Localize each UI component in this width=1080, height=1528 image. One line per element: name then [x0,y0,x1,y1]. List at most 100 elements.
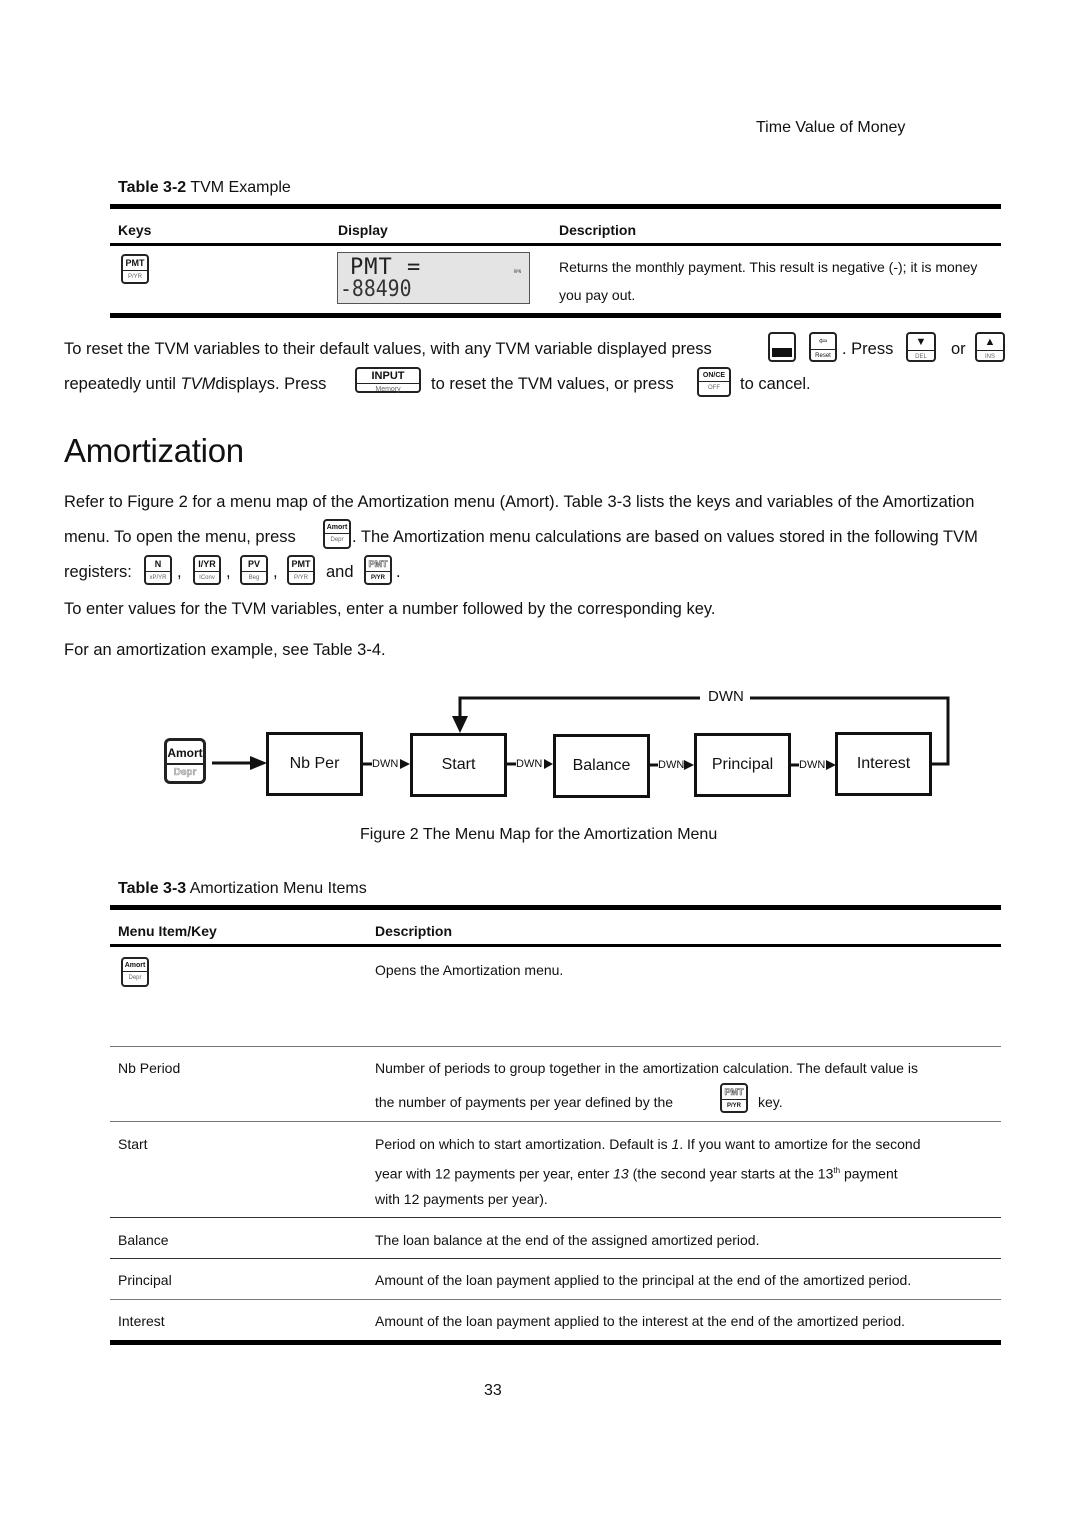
row-description: The loan balance at the end of the assig… [375,1232,760,1248]
row-divider [110,1217,1001,1218]
key-bottom-label: Beg [248,575,260,581]
loop-dwn-label: DWN [708,688,744,705]
key-top-label: PV [242,557,266,572]
amort-start-key-icon: Amort Depr [164,738,206,784]
on-off-key-icon: ON/CE OFF [697,367,731,397]
key-top-label: ▲ [977,334,1003,351]
row-item: Interest [118,1313,165,1329]
col-header-description: Description [559,222,637,238]
text: to reset the TVM values, or press [431,375,674,393]
arrowhead [684,760,694,770]
iyr-key-icon: I/YR IConv [193,555,221,585]
loop-arrowhead [452,716,468,733]
key-bottom-label: DEL [915,354,927,360]
row-divider [110,1046,1001,1047]
row-item: Principal [118,1272,172,1288]
key-top-label: PMT [123,256,147,271]
row-item: Balance [118,1232,169,1248]
table-header-rule [110,944,1001,947]
key-bottom-label: P/YR [293,575,308,581]
key-top-label: PMT [722,1085,746,1100]
pmt-key-icon: PMT P/YR [121,254,149,284]
table-3-2-caption: Table 3-2 TVM Example [118,179,291,197]
col-header-description: Description [375,923,453,939]
row-description-cont: the number of payments per year defined … [375,1094,674,1110]
key-bottom-label: INS [984,354,995,360]
key-bottom-label: OFF [708,385,720,391]
para-line-1: Refer to Figure 2 for a menu map of the … [64,493,975,511]
shift-bar [772,348,792,357]
menu-node-principal: Principal [694,733,791,797]
pv-key-icon: PV Beg [240,555,268,585]
entry-arrowhead [250,756,267,770]
diagram-connectors [212,690,950,770]
table-top-rule [110,905,1001,910]
text: or [951,340,966,358]
text: . If you want to amortize for the second [679,1136,921,1152]
lcd-annunciator: RPN [513,269,521,274]
table-caption-title: Amortization Menu Items [189,880,367,897]
running-head: Time Value of Money [756,119,906,136]
table-bottom-rule [110,1340,1001,1345]
and-text: and [326,563,354,581]
key-top-label: ▼ [908,334,934,351]
table-header-rule [110,243,1001,246]
reset-paragraph-line-2: repeatedly until TVMdisplays. Press [64,375,326,394]
key-bottom-label: P/YR [726,1103,741,1109]
arrowhead [400,759,410,769]
lcd-display: PMT = RPN -88490 [337,252,530,304]
col-header-menu-item: Menu Item/Key [118,923,217,939]
key-top-label: PMT [366,557,390,572]
lcd-line-2: -88490 [340,277,412,302]
dwn-label: DWN [516,758,543,770]
row-description-cont: year with 12 payments per year, enter 13… [375,1157,898,1188]
text: year with 12 payments per year, enter [375,1165,610,1182]
pmt-shifted-key-icon: PMT P/YR [720,1083,748,1113]
text: To reset the TVM variables to their defa… [64,340,712,358]
menu-node-interest: Interest [835,732,932,796]
pmt-shifted-key-icon: PMT P/YR [364,555,392,585]
row-description-end: key. [758,1094,783,1110]
comma: , [226,563,231,581]
italic-text: 13 [613,1165,629,1182]
italic-text: TVM [180,375,216,393]
key-bottom-label: IConv [199,575,215,581]
text: repeatedly until [64,375,176,393]
down-del-key-icon: ▼ DEL [906,332,936,362]
row-divider [110,1121,1001,1122]
key-top-label: INPUT [357,369,419,384]
pmt-key-icon: PMT P/YR [287,555,315,585]
table-caption-title: TVM Example [190,179,291,196]
para-line-3a: registers: [64,563,132,581]
up-ins-key-icon: ▲ INS [975,332,1005,362]
para-2: To enter values for the TVM variables, e… [64,600,716,618]
key-top-label: I/YR [195,557,219,572]
row-divider [110,1258,1001,1259]
dwn-label: DWN [658,759,685,771]
dwn-label: DWN [799,759,826,771]
key-bottom-label: Depr [330,537,344,543]
text: (the second year starts at the 13 [632,1165,834,1182]
table-bottom-rule [110,313,1001,318]
key-top-label: ON/CE [699,369,729,382]
key-top-label: PMT [289,557,313,572]
figure-caption: Figure 2 The Menu Map for the Amortizati… [360,826,718,843]
text: displays. Press [215,375,327,393]
table-row: PMT P/YR [121,254,149,284]
key-bottom-label: Reset [815,353,831,359]
key-bottom-label: P/YR [370,575,385,581]
text: . Press [842,340,894,358]
row-description-end: with 12 payments per year). [375,1191,548,1207]
row-description: Period on which to start amortization. D… [375,1130,921,1158]
key-bottom-label: xP/YR [149,575,167,581]
row-divider [110,1299,1001,1300]
menu-map-diagram: DWN [0,0,1080,830]
key-top-label: Amort [325,521,349,534]
amort-key-icon: Amort Depr [323,519,351,549]
amort-key-icon: Amort Depr [121,957,149,987]
key-bottom-label: Depr [173,767,197,778]
menu-node-balance: Balance [553,734,650,798]
comma: , [273,563,278,581]
arrowhead [544,759,553,769]
key-bottom-label: P/YR [127,274,142,280]
